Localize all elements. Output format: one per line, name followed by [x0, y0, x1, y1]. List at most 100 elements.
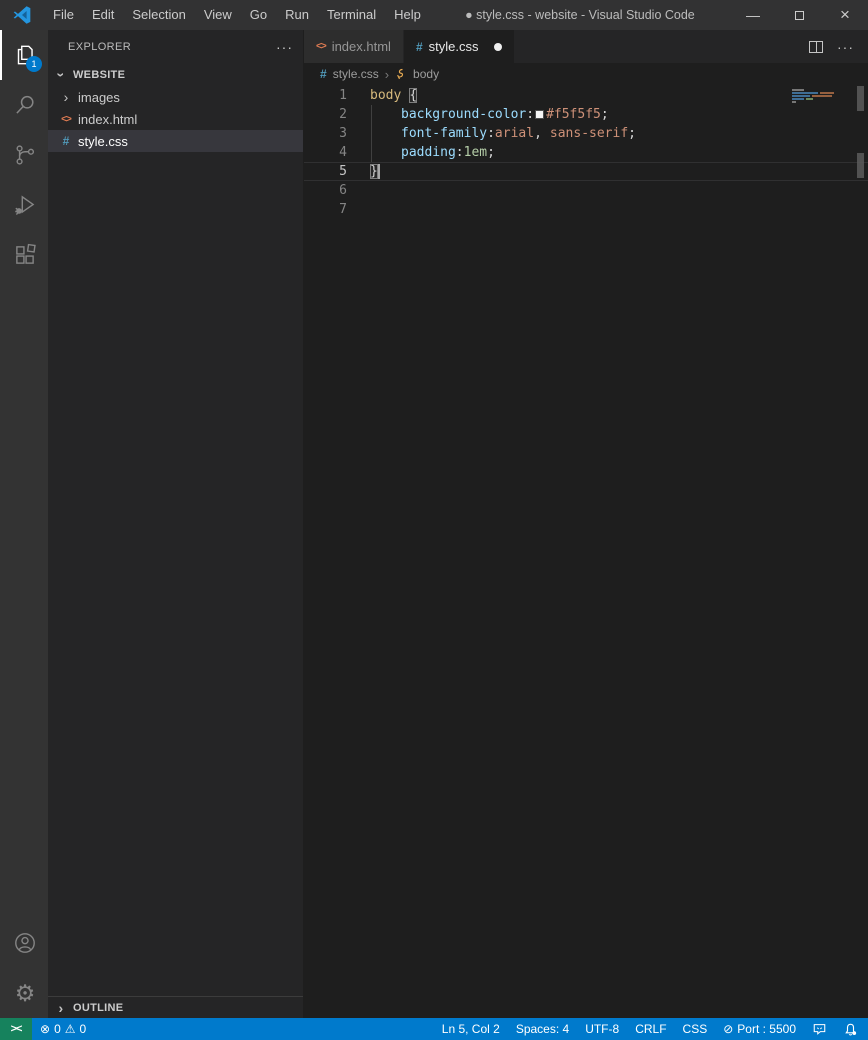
chevron-right-icon: › [59, 1001, 64, 1015]
color-swatch[interactable] [535, 110, 544, 119]
code-line-7[interactable]: 7 [304, 200, 868, 219]
line-number[interactable]: 7 [304, 202, 347, 217]
warning-icon: ⚠ [65, 1022, 76, 1036]
code-line-4[interactable]: 4padding:1em; [304, 143, 868, 162]
line-number[interactable]: 4 [304, 145, 347, 160]
folder-label: images [78, 90, 120, 105]
tab-index-html[interactable]: <> index.html [304, 30, 404, 63]
accounts-button[interactable] [0, 918, 48, 968]
scrollbar[interactable] [854, 85, 868, 1018]
vscode-window: File Edit Selection View Go Run Terminal… [0, 0, 868, 1040]
encoding-status[interactable]: UTF-8 [585, 1022, 619, 1036]
window-controls: — × [730, 0, 868, 30]
indentation-status[interactable]: Spaces: 4 [516, 1022, 569, 1036]
overview-ruler-marker [857, 153, 864, 178]
cursor-position-status[interactable]: Ln 5, Col 2 [442, 1022, 500, 1036]
tab-style-css[interactable]: # style.css [404, 30, 515, 63]
file-style-css[interactable]: # style.css [48, 130, 303, 152]
error-icon: ⊗ [40, 1022, 50, 1036]
live-server-port-status[interactable]: ⊘ Port : 5500 [723, 1022, 796, 1036]
line-number[interactable]: 1 [304, 88, 347, 103]
explorer-view-button[interactable]: 1 [0, 30, 48, 80]
line-number[interactable]: 3 [304, 126, 347, 141]
extensions-view-button[interactable] [0, 230, 48, 280]
search-view-button[interactable] [0, 80, 48, 130]
explorer-badge: 1 [26, 56, 42, 72]
menu-bar: File Edit Selection View Go Run Terminal… [44, 0, 430, 30]
more-actions-icon[interactable]: ··· [837, 39, 854, 55]
outline-section[interactable]: › OUTLINE [48, 996, 303, 1018]
line-number[interactable]: 6 [304, 183, 347, 198]
menu-terminal[interactable]: Terminal [318, 0, 385, 30]
chevron-down-icon: › [54, 73, 68, 78]
css-property: padding [401, 145, 456, 160]
code-line-5[interactable]: 5} [304, 162, 868, 181]
file-index-html[interactable]: <> index.html [48, 108, 303, 130]
file-label: index.html [78, 112, 137, 127]
explorer-header: EXPLORER ··· [48, 30, 303, 64]
css-file-icon: # [416, 40, 423, 54]
menu-help[interactable]: Help [385, 0, 430, 30]
html-file-icon: <> [316, 41, 326, 52]
feedback-button[interactable] [812, 1022, 827, 1036]
status-bar: >< ⊗ 0 ⚠ 0 Ln 5, Col 2 Spaces: 4 UTF-8 C… [0, 1018, 868, 1040]
search-icon [12, 92, 38, 118]
modified-dot-icon[interactable] [494, 43, 502, 51]
css-selector: body [370, 88, 401, 103]
explorer-title: EXPLORER [68, 41, 131, 53]
css-file-icon: # [63, 134, 70, 148]
menu-view[interactable]: View [195, 0, 241, 30]
css-value: sans-serif [550, 126, 628, 141]
menu-edit[interactable]: Edit [83, 0, 123, 30]
code-line-2[interactable]: 2background-color:#f5f5f5; [304, 105, 868, 124]
minimize-button[interactable]: — [730, 0, 776, 30]
source-control-icon [12, 142, 38, 168]
split-editor-icon[interactable] [809, 41, 823, 53]
run-debug-view-button[interactable] [0, 180, 48, 230]
remote-indicator[interactable]: >< [0, 1018, 32, 1040]
folder-images[interactable]: › images [48, 86, 303, 108]
feedback-icon [812, 1022, 827, 1036]
comma: , [534, 126, 542, 141]
code-line-3[interactable]: 3font-family:arial,sans-serif; [304, 124, 868, 143]
menu-file[interactable]: File [44, 0, 83, 30]
breadcrumb-symbol[interactable]: body [413, 67, 439, 81]
breadcrumb-file[interactable]: style.css [333, 67, 379, 81]
menu-run[interactable]: Run [276, 0, 318, 30]
colon: : [526, 107, 534, 122]
gear-icon: ⚙ [15, 982, 36, 1005]
settings-button[interactable]: ⚙ [0, 968, 48, 1018]
maximize-icon [795, 11, 804, 20]
editor-group: <> index.html # style.css ··· # style.cs… [304, 30, 868, 1018]
breadcrumb: # style.css › body [304, 63, 868, 85]
overview-ruler-marker [857, 86, 864, 111]
line-number[interactable]: 2 [304, 107, 347, 122]
chevron-right-icon: › [64, 90, 69, 104]
eol-status[interactable]: CRLF [635, 1022, 666, 1036]
code-line-1[interactable]: 1body{ [304, 86, 868, 105]
language-mode-status[interactable]: CSS [683, 1022, 708, 1036]
semicolon: ; [601, 107, 609, 122]
maximize-button[interactable] [776, 0, 822, 30]
line-number[interactable]: 5 [304, 164, 347, 179]
minimap[interactable] [792, 89, 850, 104]
window-title: ● style.css - website - Visual Studio Co… [430, 8, 730, 22]
close-button[interactable]: × [822, 0, 868, 30]
problems-status[interactable]: ⊗ 0 ⚠ 0 [32, 1022, 94, 1036]
menu-go[interactable]: Go [241, 0, 276, 30]
error-count: 0 [54, 1022, 61, 1036]
extensions-icon [12, 242, 38, 268]
explorer-more-actions-button[interactable]: ··· [276, 39, 293, 55]
notifications-button[interactable] [843, 1022, 858, 1037]
colon: : [456, 145, 464, 160]
source-control-view-button[interactable] [0, 130, 48, 180]
run-debug-icon [12, 192, 38, 218]
editor-actions: ··· [809, 30, 868, 63]
code-editor[interactable]: 1body{ 2background-color:#f5f5f5; 3font-… [304, 85, 868, 1018]
file-label: style.css [78, 134, 128, 149]
code-line-6[interactable]: 6 [304, 181, 868, 200]
css-value: arial [495, 126, 534, 141]
remote-icon: >< [11, 1023, 22, 1035]
folder-website[interactable]: › WEBSITE [48, 64, 303, 86]
menu-selection[interactable]: Selection [123, 0, 194, 30]
